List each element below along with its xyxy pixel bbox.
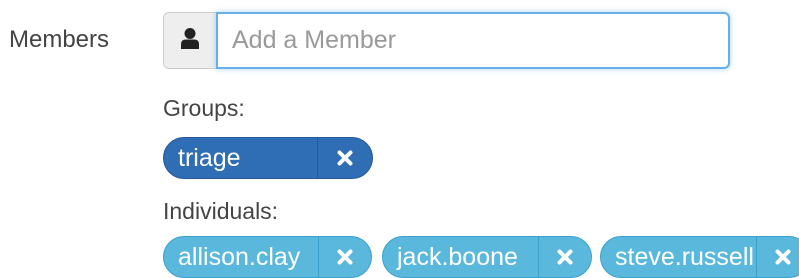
individual-tag-allison-clay: allison.clay bbox=[163, 236, 372, 278]
group-tag-triage: triage bbox=[163, 137, 373, 179]
close-icon bbox=[337, 150, 353, 166]
individuals-label: Individuals: bbox=[163, 198, 279, 224]
add-member-input[interactable] bbox=[216, 12, 730, 69]
groups-label: Groups: bbox=[163, 95, 245, 121]
close-icon bbox=[557, 249, 573, 265]
close-icon bbox=[775, 249, 791, 265]
individual-tag-jack-boone: jack.boone bbox=[382, 236, 592, 278]
remove-individual-jack-boone-button[interactable] bbox=[538, 237, 591, 277]
user-addon bbox=[163, 12, 216, 69]
close-icon bbox=[337, 249, 353, 265]
individual-tag-steve-russell: steve.russell bbox=[600, 236, 799, 278]
member-input-group bbox=[163, 12, 730, 69]
group-tag-label: triage bbox=[178, 144, 241, 172]
individual-tag-label: jack.boone bbox=[397, 243, 518, 271]
remove-individual-allison-clay-button[interactable] bbox=[318, 237, 371, 277]
members-form: Members Groups: triage Individuals: alli… bbox=[0, 0, 799, 278]
remove-individual-steve-russell-button[interactable] bbox=[756, 237, 799, 277]
remove-group-triage-button[interactable] bbox=[317, 138, 372, 178]
members-label: Members bbox=[9, 26, 110, 53]
individual-tag-label: steve.russell bbox=[615, 243, 754, 271]
user-icon bbox=[180, 27, 200, 54]
individual-tag-label: allison.clay bbox=[178, 243, 301, 271]
